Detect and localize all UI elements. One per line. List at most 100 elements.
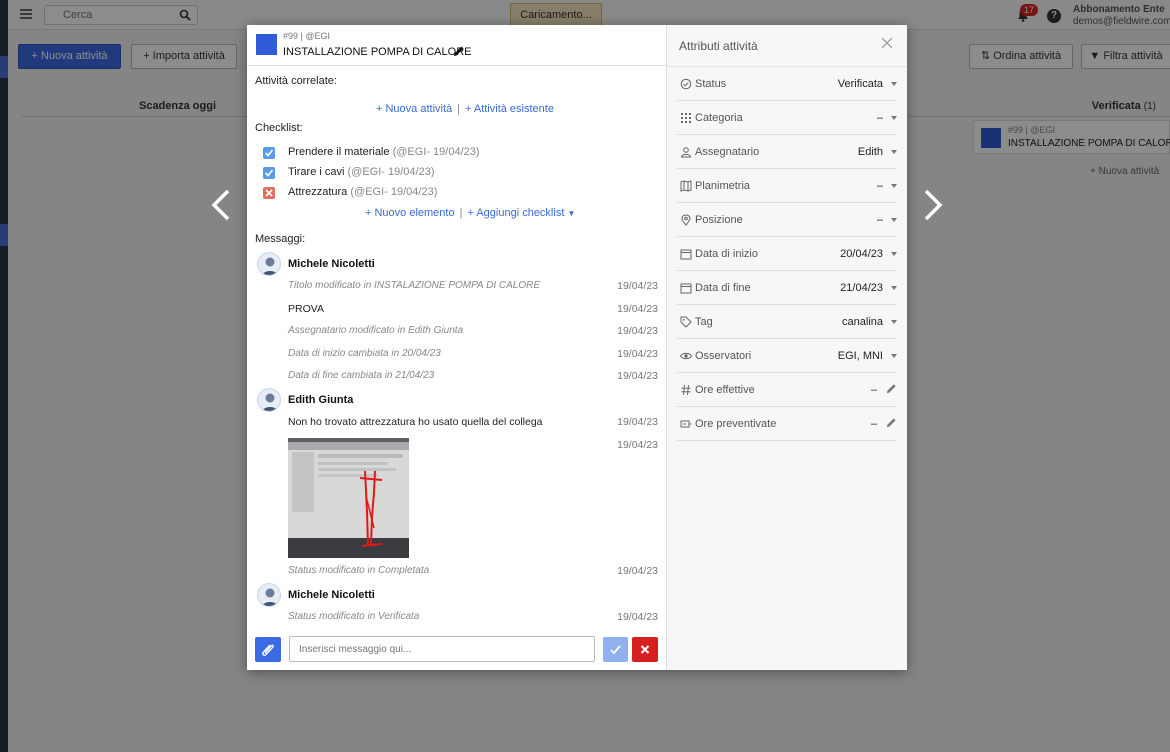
next-task-arrow-icon[interactable] (920, 188, 946, 222)
avatar (257, 583, 281, 607)
message-author: Michele Nicoletti (288, 589, 375, 601)
new-related-activity-link[interactable]: + Nuova attività (376, 103, 452, 115)
previous-task-arrow-icon[interactable] (208, 188, 234, 222)
message-photo-attachment[interactable] (288, 438, 409, 558)
pencil-icon[interactable] (886, 417, 897, 428)
avatar (257, 252, 281, 276)
chevron-down-icon[interactable]: ▼ (567, 209, 575, 218)
status-check-circle-icon (680, 78, 692, 90)
task-color-swatch[interactable] (256, 34, 277, 55)
message-text: PROVA (288, 303, 324, 315)
attribute-label: Status (695, 78, 727, 90)
checklist-item-text: Attrezzatura (@EGI- 19/04/23) (288, 186, 437, 198)
attribute-observers[interactable]: Osservatori EGI, MNI (677, 339, 897, 373)
task-title[interactable]: INSTALLAZIONE POMPA DI CALORE (283, 46, 471, 58)
attribute-planned-hours[interactable]: Ore preventivate – (677, 407, 897, 441)
chevron-down-icon (891, 218, 897, 222)
checkmark-icon (264, 169, 274, 177)
attribute-position[interactable]: Posizione – (677, 203, 897, 237)
message-author: Michele Nicoletti (288, 258, 375, 270)
link-separator: | (457, 103, 460, 115)
message-date: 19/04/23 (617, 325, 658, 337)
checkmark-icon (610, 645, 621, 655)
attribute-label: Assegnatario (695, 146, 760, 158)
checkbox-checked[interactable] (263, 147, 275, 159)
chevron-down-icon (891, 286, 897, 290)
task-id: #99 | @EGI (283, 31, 330, 41)
attach-file-button[interactable] (255, 637, 281, 662)
link-separator: | (459, 207, 463, 219)
attribute-value: canalina (842, 316, 883, 328)
cancel-message-button[interactable] (632, 637, 658, 662)
message-composer (247, 635, 666, 665)
paperclip-icon (262, 644, 274, 656)
chevron-down-icon (891, 82, 897, 86)
close-icon[interactable] (882, 38, 892, 48)
user-avatar-icon (262, 393, 278, 411)
checkbox-failed[interactable] (263, 187, 275, 199)
calendar-icon (680, 283, 692, 294)
attributes-title: Attributi attività (679, 39, 758, 53)
attribute-label: Ore preventivate (695, 418, 777, 430)
attribute-actual-hours[interactable]: Ore effettive – (677, 373, 897, 407)
estimate-icon (680, 420, 692, 428)
message-line: Non ho trovato attrezzatura ho usato que… (288, 416, 658, 430)
attribute-value: – (870, 384, 877, 396)
hash-icon (681, 384, 691, 396)
attribute-assignee[interactable]: Assegnatario Edith (677, 135, 897, 169)
checklist-item-text: Tirare i cavi (@EGI- 19/04/23) (288, 166, 434, 178)
chevron-down-icon (891, 252, 897, 256)
message-author: Edith Giunta (288, 394, 354, 406)
message-line: Assegnatario modificato in Edith Giunta 1… (288, 325, 658, 339)
attribute-start-date[interactable]: Data di inizio 20/04/23 (677, 237, 897, 271)
message-input[interactable] (289, 636, 595, 662)
message-line: Status modificato in Verificata 19/04/23 (288, 611, 658, 625)
send-message-button[interactable] (603, 637, 628, 662)
task-header: #99 | @EGI INSTALLAZIONE POMPA DI CALORE (247, 25, 666, 66)
attribute-value: Edith (857, 146, 883, 158)
existing-activity-link[interactable]: + Attività esistente (465, 103, 554, 115)
attribute-label: Posizione (695, 214, 743, 226)
pencil-icon[interactable] (886, 383, 897, 394)
chevron-down-icon (891, 354, 897, 358)
message-text: Status modificato in Verificata (288, 611, 420, 622)
attribute-status[interactable]: Status Verificata (677, 67, 897, 101)
attribute-value: 20/04/23 (840, 248, 883, 260)
checklist-item-meta: (@EGI- 19/04/23) (347, 166, 435, 178)
message-line: Titolo modificato in INSTALAZIONE POMPA … (288, 280, 658, 294)
message-date: 19/04/23 (617, 439, 658, 451)
calendar-icon (680, 249, 692, 260)
chevron-down-icon (891, 320, 897, 324)
add-checklist-link[interactable]: + Aggiungi checklist (467, 207, 564, 219)
checklist-item-label: Tirare i cavi (288, 166, 345, 178)
task-attributes-panel: Attributi attività Status Verificata Cat… (666, 25, 907, 670)
message-text: Non ho trovato attrezzatura ho usato que… (288, 416, 543, 428)
new-checklist-item-link[interactable]: + Nuovo elemento (365, 207, 455, 219)
cross-icon (265, 189, 273, 197)
attribute-end-date[interactable]: Data di fine 21/04/23 (677, 271, 897, 305)
map-icon (680, 180, 692, 192)
related-links: + Nuova attività | + Attività esistente (376, 103, 554, 115)
chevron-down-icon (891, 184, 897, 188)
attribute-label: Categoria (695, 112, 743, 124)
location-pin-icon (681, 214, 691, 226)
close-icon (640, 645, 650, 654)
attribute-value: Verificata (837, 78, 883, 90)
eye-icon (680, 352, 692, 360)
checkbox-checked[interactable] (263, 167, 275, 179)
message-date: 19/04/23 (617, 280, 658, 292)
attribute-value: – (876, 112, 883, 124)
user-avatar-icon (262, 257, 278, 275)
attribute-plan[interactable]: Planimetria – (677, 169, 897, 203)
attribute-category[interactable]: Categoria – (677, 101, 897, 135)
attribute-tag[interactable]: Tag canalina (677, 305, 897, 339)
photo-image (288, 438, 409, 558)
edit-title-pencil-icon[interactable] (453, 45, 465, 57)
related-activities-label: Attività correlate: (255, 75, 337, 87)
messages-label: Messaggi: (255, 233, 306, 245)
user-icon (680, 147, 692, 158)
message-date: 19/04/23 (617, 565, 658, 577)
message-date: 19/04/23 (617, 611, 658, 623)
attribute-value: EGI, MNI (837, 350, 883, 362)
checklist-item-label: Attrezzatura (288, 186, 348, 198)
